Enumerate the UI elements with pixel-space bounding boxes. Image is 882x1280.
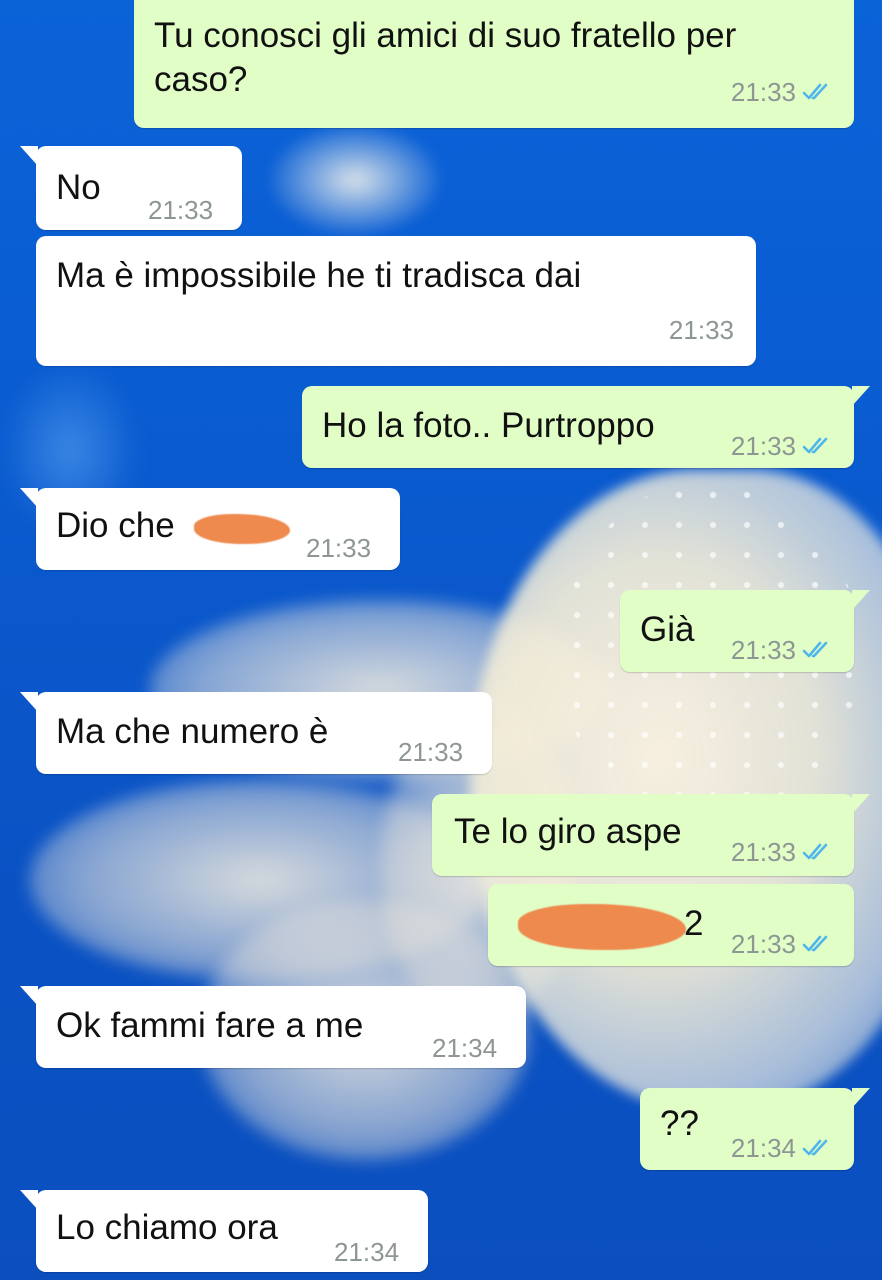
message-meta: 21:33	[306, 526, 371, 570]
double-check-icon	[802, 935, 828, 952]
message-time: 21:33	[730, 77, 796, 107]
message-meta: 21:34	[432, 1026, 497, 1070]
message-incoming[interactable]: No 21:33	[20, 146, 242, 232]
message-incoming[interactable]: Dio che 21:33	[20, 488, 400, 570]
message-time: 21:34	[730, 1133, 796, 1163]
message-meta: 21:33	[731, 424, 834, 468]
message-time: 21:33	[730, 635, 796, 665]
message-text: Tu conosci gli amici di suo fratello per	[154, 16, 737, 55]
message-outgoing[interactable]: Te lo giro aspe 21:33	[432, 794, 870, 876]
message-incoming[interactable]: Ma è impossibile he ti tradisca dai 21:3…	[36, 236, 756, 366]
double-check-icon	[802, 1139, 828, 1156]
message-time: 21:33	[668, 315, 734, 345]
message-meta: 21:33	[398, 730, 463, 774]
message-text: No	[56, 168, 101, 207]
message-time: 21:34	[432, 1033, 498, 1063]
double-check-icon	[802, 641, 828, 658]
message-meta: 21:33	[731, 628, 834, 672]
message-incoming[interactable]: Ok fammi fare a me 21:34	[20, 986, 526, 1070]
redaction-mark	[518, 904, 686, 950]
message-text: Ho la foto.. Purtroppo	[322, 406, 655, 445]
message-outgoing[interactable]: ?? 21:34	[640, 1088, 870, 1170]
message-time: 21:34	[334, 1237, 400, 1267]
message-outgoing[interactable]: 2 21:33	[488, 884, 854, 966]
message-incoming[interactable]: Lo chiamo ora 21:34	[20, 1190, 428, 1274]
message-text: 2	[684, 904, 704, 943]
message-meta: 21:33	[731, 922, 834, 966]
redaction-mark	[194, 514, 290, 544]
double-check-icon	[802, 843, 828, 860]
message-time: 21:33	[730, 837, 796, 867]
message-text: Già	[640, 610, 695, 649]
message-text: ??	[660, 1104, 699, 1143]
message-meta: 21:34	[731, 1126, 834, 1170]
double-check-icon	[802, 83, 828, 100]
message-time: 21:33	[148, 195, 214, 225]
message-text: Ma è impossibile he ti tradisca dai	[56, 256, 582, 295]
message-time: 21:33	[730, 431, 796, 461]
message-meta: 21:34	[334, 1230, 399, 1274]
message-incoming[interactable]: Ma che numero è 21:33	[20, 692, 492, 774]
message-time: 21:33	[398, 737, 464, 767]
message-outgoing[interactable]: Ho la foto.. Purtroppo 21:33	[302, 386, 870, 468]
double-check-icon	[802, 437, 828, 454]
message-text: Ok fammi fare a me	[56, 1006, 364, 1045]
message-text: Ma che numero è	[56, 712, 329, 751]
message-time: 21:33	[306, 533, 372, 563]
message-meta: 21:33	[148, 188, 213, 232]
message-text: Lo chiamo ora	[56, 1208, 278, 1247]
message-outgoing[interactable]: Già 21:33	[620, 590, 870, 672]
message-outgoing[interactable]: Tu conosci gli amici di suo fratello per…	[134, 0, 854, 128]
message-meta: 21:33	[669, 308, 734, 352]
message-text: Te lo giro aspe	[454, 812, 682, 851]
message-meta: 21:33	[731, 70, 834, 114]
message-meta: 21:33	[731, 830, 834, 874]
message-text: Dio che	[56, 506, 175, 545]
message-text: caso?	[154, 60, 248, 99]
message-time: 21:33	[730, 929, 796, 959]
